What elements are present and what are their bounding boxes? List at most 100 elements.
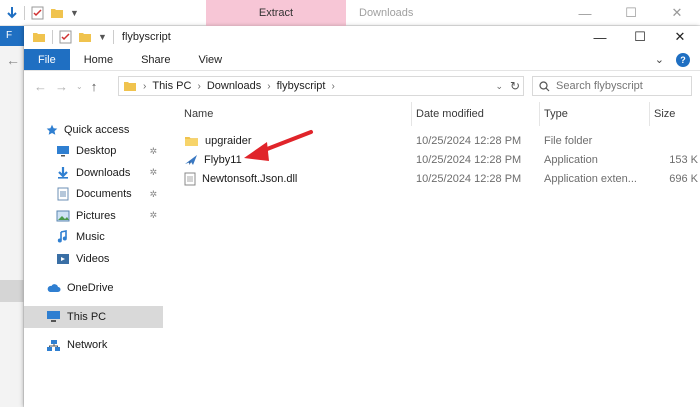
navitem-label: OneDrive (67, 282, 114, 295)
tab-home[interactable]: Home (70, 49, 127, 70)
navitem-onedrive[interactable]: OneDrive (24, 278, 163, 300)
chevron-right-icon[interactable]: › (143, 81, 146, 92)
file-type: Application exten... (544, 172, 637, 185)
minimize-icon[interactable]: — (580, 26, 620, 48)
pictures-icon (56, 210, 70, 222)
column-header-size[interactable]: Size (650, 102, 700, 126)
file-row[interactable]: upgraider 10/25/2024 12:28 PM File folde… (180, 131, 700, 150)
navitem-downloads[interactable]: Downloads ✲ (24, 162, 163, 184)
file-row[interactable]: Newtonsoft.Json.dll 10/25/2024 12:28 PM … (180, 169, 700, 188)
file-size: 153 K (669, 153, 698, 166)
breadcrumb-flybyscript[interactable]: flybyscript (277, 80, 326, 92)
file-size: 696 K (669, 172, 698, 185)
file-date: 10/25/2024 12:28 PM (416, 153, 522, 166)
background-window-controls: — ☐ ✕ (562, 0, 700, 26)
navitem-label: Quick access (64, 123, 130, 136)
help-icon[interactable]: ? (676, 52, 690, 67)
window-title: flybyscript (121, 31, 171, 43)
search-box[interactable] (532, 76, 692, 96)
file-type: File folder (544, 134, 593, 147)
folder-icon (185, 136, 198, 146)
folder-icon (124, 82, 136, 91)
file-date: 10/25/2024 12:28 PM (416, 134, 522, 147)
pin-icon[interactable]: ✲ (149, 210, 157, 221)
pin-icon[interactable]: ✲ (149, 167, 157, 178)
forward-arrow-icon[interactable]: → (55, 79, 68, 94)
close-icon[interactable]: ✕ (654, 0, 700, 26)
tab-share[interactable]: Share (127, 49, 184, 70)
breadcrumb-this-pc[interactable]: This PC (152, 80, 191, 92)
column-header-date[interactable]: Date modified (412, 102, 540, 126)
navitem-pictures[interactable]: Pictures ✲ (24, 205, 163, 227)
background-selected-item (0, 280, 24, 302)
down-arrow-icon[interactable] (6, 6, 18, 20)
back-arrow-icon[interactable]: ← (34, 79, 47, 94)
address-bar[interactable]: › This PC › Downloads › flybyscript › ⌄ … (118, 76, 524, 96)
background-extract-tab[interactable]: Extract (206, 0, 346, 26)
file-name: upgraider (205, 134, 252, 147)
pin-icon[interactable]: ✲ (149, 189, 157, 200)
column-header-type[interactable]: Type (540, 102, 650, 126)
close-icon[interactable]: ✕ (660, 26, 700, 48)
chevron-down-icon[interactable]: ⌄ (495, 81, 503, 92)
refresh-icon[interactable]: ↻ (510, 79, 520, 93)
minimize-icon[interactable]: — (562, 0, 608, 26)
background-file-tab[interactable]: F (0, 26, 24, 46)
file-row[interactable]: Flyby11 10/25/2024 12:28 PM Application … (180, 150, 700, 169)
customize-toolbar-icon[interactable]: ▼ (70, 8, 79, 18)
downloads-icon (58, 167, 68, 179)
expand-ribbon-icon[interactable]: ⌄ (655, 53, 664, 66)
explorer-body: Quick access Desktop ✲ Downloads ✲ Docum… (24, 102, 700, 407)
navitem-label: Music (76, 231, 105, 244)
navitem-label: Network (67, 339, 108, 352)
properties-icon[interactable] (31, 6, 44, 20)
maximize-icon[interactable]: ☐ (620, 26, 660, 48)
navitem-this-pc[interactable]: This PC (24, 306, 163, 328)
window-titlebar: ▼ flybyscript — ☐ ✕ (24, 26, 700, 48)
column-headers: Name Date modified Type Size (180, 102, 700, 126)
up-arrow-icon[interactable]: ↑ (91, 79, 98, 94)
new-folder-icon[interactable] (78, 31, 92, 43)
navitem-network[interactable]: Network (24, 335, 163, 357)
search-input[interactable] (556, 80, 686, 92)
toolbar-divider (112, 30, 114, 44)
navitem-documents[interactable]: Documents ✲ (24, 184, 163, 206)
dll-icon (184, 172, 196, 185)
navitem-label: Downloads (76, 166, 131, 179)
properties-icon[interactable] (59, 30, 72, 44)
maximize-icon[interactable]: ☐ (608, 0, 654, 26)
videos-icon (57, 253, 69, 264)
navigation-pane: Quick access Desktop ✲ Downloads ✲ Docum… (24, 103, 163, 407)
chevron-right-icon[interactable]: › (267, 81, 270, 92)
file-list: Name Date modified Type Size upgraider 1… (163, 102, 700, 407)
navitem-desktop[interactable]: Desktop ✲ (24, 141, 163, 163)
tab-view[interactable]: View (184, 49, 236, 70)
chevron-right-icon[interactable]: › (197, 81, 200, 92)
navitem-quick-access[interactable]: Quick access (24, 119, 163, 141)
navitem-music[interactable]: Music (24, 227, 163, 249)
navitem-label: Desktop (76, 145, 117, 158)
star-icon (46, 124, 58, 135)
file-name: Flyby11 (204, 153, 242, 166)
navitem-label: This PC (67, 310, 107, 323)
breadcrumb-downloads[interactable]: Downloads (207, 80, 261, 92)
navitem-label: Documents (76, 188, 132, 201)
documents-icon (57, 187, 69, 201)
computer-icon (47, 311, 60, 323)
tab-file[interactable]: File (24, 49, 70, 70)
ribbon-controls: ⌄ ? (655, 49, 700, 70)
column-header-name[interactable]: Name (180, 102, 412, 126)
file-type: Application (544, 153, 598, 166)
background-window-left-strip: F ← (0, 26, 24, 407)
ribbon-tabs: File Home Share View ⌄ ? (24, 49, 700, 71)
chevron-right-icon[interactable]: › (331, 81, 334, 92)
file-rows: upgraider 10/25/2024 12:28 PM File folde… (180, 131, 700, 188)
pin-icon[interactable]: ✲ (149, 146, 157, 157)
customize-toolbar-icon[interactable]: ▼ (98, 32, 107, 42)
navitem-videos[interactable]: Videos (24, 248, 163, 270)
back-arrow-icon[interactable]: ← (0, 52, 23, 68)
new-folder-icon[interactable] (50, 7, 64, 19)
address-row: ← → ⌄ ↑ › This PC › Downloads › flybyscr… (24, 71, 700, 101)
background-window-title: Downloads (359, 7, 414, 19)
recent-locations-icon[interactable]: ⌄ (76, 82, 83, 91)
